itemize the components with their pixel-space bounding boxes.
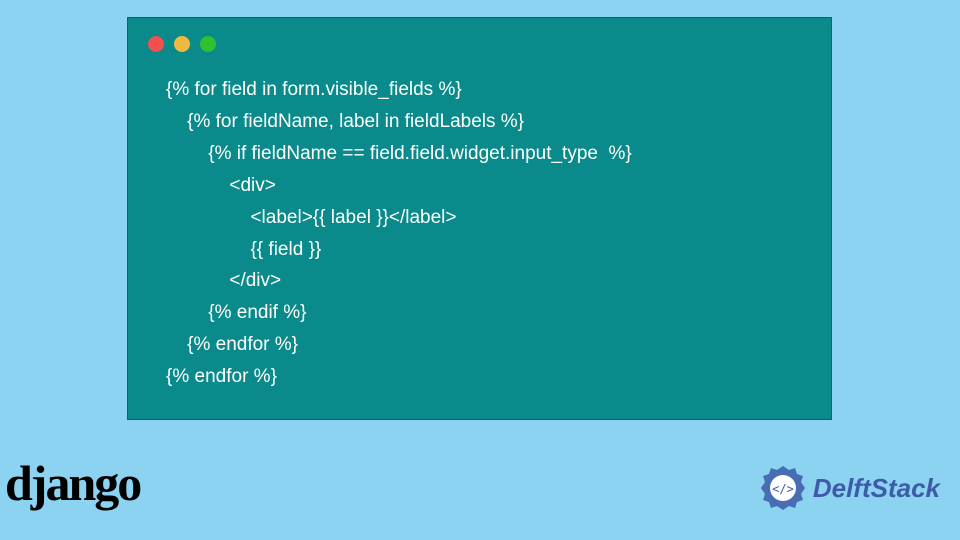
delftstack-text: DelftStack <box>813 473 940 504</box>
window-controls <box>128 18 831 66</box>
code-window: {% for field in form.visible_fields %} {… <box>127 17 832 420</box>
close-icon <box>148 36 164 52</box>
django-logo: django <box>5 454 140 512</box>
svg-text:</>: </> <box>772 482 794 496</box>
code-block: {% for field in form.visible_fields %} {… <box>128 66 831 413</box>
delftstack-logo: </> DelftStack <box>759 464 940 512</box>
delftstack-icon: </> <box>759 464 807 512</box>
maximize-icon <box>200 36 216 52</box>
minimize-icon <box>174 36 190 52</box>
